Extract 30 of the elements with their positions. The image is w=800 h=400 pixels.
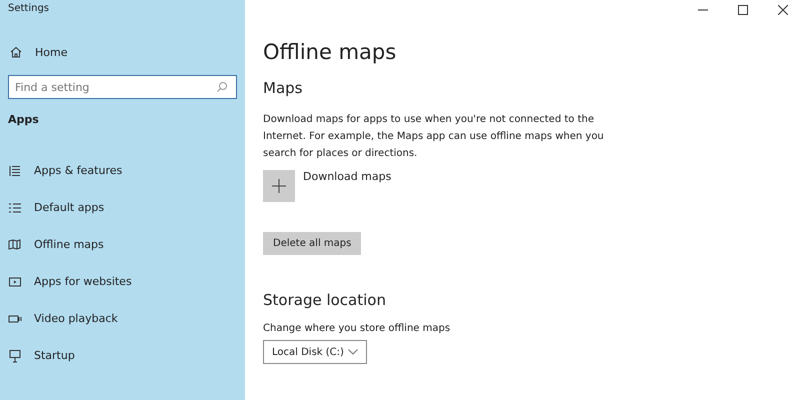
sidebar-item[interactable]: Video playback: [8, 300, 245, 337]
download-maps-label[interactable]: Download maps: [303, 170, 392, 202]
sidebar-item[interactable]: Startup: [8, 337, 245, 374]
section-heading: Apps: [8, 113, 40, 126]
sidebar-item[interactable]: Offline maps: [8, 226, 245, 263]
search-field[interactable]: Find a setting: [8, 75, 237, 99]
storage-dropdown[interactable]: Local Disk (C:): [263, 340, 367, 364]
page-title: Offline maps: [263, 40, 398, 64]
sidebar-item[interactable]: Apps for websites: [8, 263, 245, 300]
maximize-icon[interactable]: [738, 5, 748, 15]
sidebar-item[interactable]: Apps & features: [8, 152, 245, 189]
delete-all-maps-button[interactable]: Delete all maps: [263, 232, 362, 255]
description: Download maps for apps to use when you're not connected to the Internet. For example, the Maps app can use offline maps when you search for places or directions.: [263, 113, 605, 161]
close-icon[interactable]: [778, 5, 788, 15]
monitor-icon: [8, 348, 22, 362]
search-icon: [216, 81, 228, 93]
sidebar-item[interactable]: Default apps: [8, 189, 245, 226]
list-icon: [8, 164, 22, 178]
plus-icon: [272, 179, 286, 193]
section-heading: Storage location: [263, 291, 387, 309]
list-icon: [8, 200, 22, 214]
home-icon: [9, 45, 23, 59]
web-window-icon: [8, 274, 22, 288]
storage-label: Change where you store offline maps: [263, 323, 452, 334]
chevron-down-icon: [348, 349, 358, 355]
map-icon: [8, 238, 22, 252]
section-heading: Maps: [263, 79, 304, 97]
home-link[interactable]: Home: [9, 45, 245, 59]
add-button[interactable]: [263, 170, 295, 202]
window-title: Settings: [7, 2, 50, 16]
